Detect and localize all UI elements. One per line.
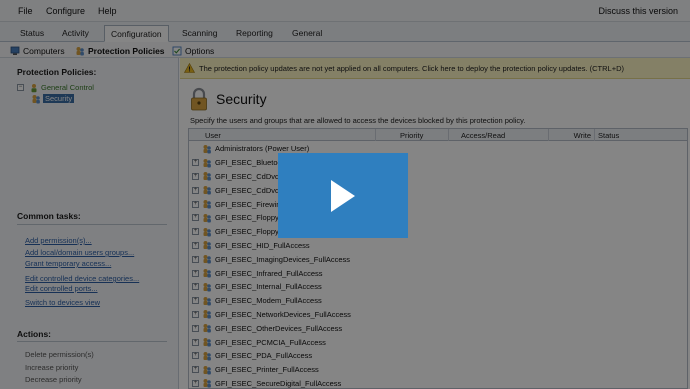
play-icon: [331, 179, 355, 212]
app-window: File Configure Help Discuss this version…: [0, 0, 690, 389]
play-button[interactable]: [278, 153, 408, 238]
